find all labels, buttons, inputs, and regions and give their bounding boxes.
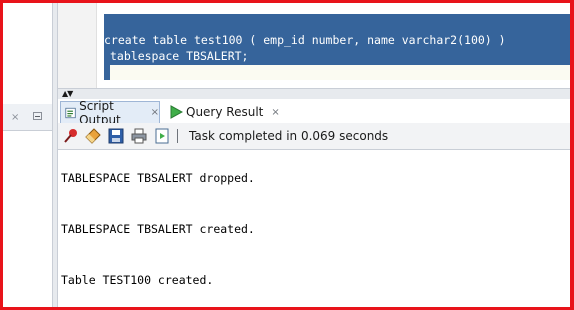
code-line-1[interactable]: create table test100 ( emp_id number, na… xyxy=(104,33,506,47)
output-line: TABLESPACE TBSALERT dropped. xyxy=(61,171,255,185)
output-toolbar: Task completed in 0.069 seconds xyxy=(58,123,570,150)
output-line: Table TEST100 created. xyxy=(61,273,214,287)
editor-code-area[interactable]: create table test100 ( emp_id number, na… xyxy=(104,14,570,80)
eraser-icon[interactable] xyxy=(85,128,101,144)
output-line: TABLESPACE TBSALERT created. xyxy=(61,222,255,236)
sql-editor[interactable]: create table test100 ( emp_id number, na… xyxy=(58,3,570,88)
save-icon[interactable] xyxy=(108,128,124,144)
code-line-2[interactable]: tablespace TBSALERT; xyxy=(110,49,248,63)
script-output-icon xyxy=(65,107,76,118)
run-arrow-icon xyxy=(170,105,183,119)
tab-query-result-label: Query Result xyxy=(186,105,264,119)
script-output-pane[interactable]: TABLESPACE TBSALERT dropped. TABLESPACE … xyxy=(58,150,570,307)
splitter-collapse-arrows-icon[interactable]: ▲▼ xyxy=(62,90,73,98)
open-file-icon[interactable] xyxy=(154,128,170,144)
close-icon[interactable]: × xyxy=(271,107,279,118)
results-tab-bar: Script Output × Query Result × xyxy=(58,99,570,127)
close-icon[interactable]: × xyxy=(151,107,159,118)
print-icon[interactable] xyxy=(131,128,147,144)
toolbar-separator xyxy=(177,129,178,143)
left-panel-header: × xyxy=(3,104,52,131)
tab-script-output[interactable]: Script Output × xyxy=(60,99,160,127)
left-panel-close-icon[interactable]: × xyxy=(11,112,19,123)
horizontal-splitter[interactable]: ▲▼ xyxy=(58,88,570,99)
status-text: Task completed in 0.069 seconds xyxy=(189,129,389,143)
tab-query-result[interactable]: Query Result × xyxy=(166,101,280,123)
pin-icon[interactable] xyxy=(63,128,79,144)
editor-gutter xyxy=(58,3,97,88)
left-panel: × xyxy=(3,3,52,307)
selection-highlight-tail xyxy=(104,65,110,80)
left-panel-minimize-icon[interactable] xyxy=(33,112,42,120)
